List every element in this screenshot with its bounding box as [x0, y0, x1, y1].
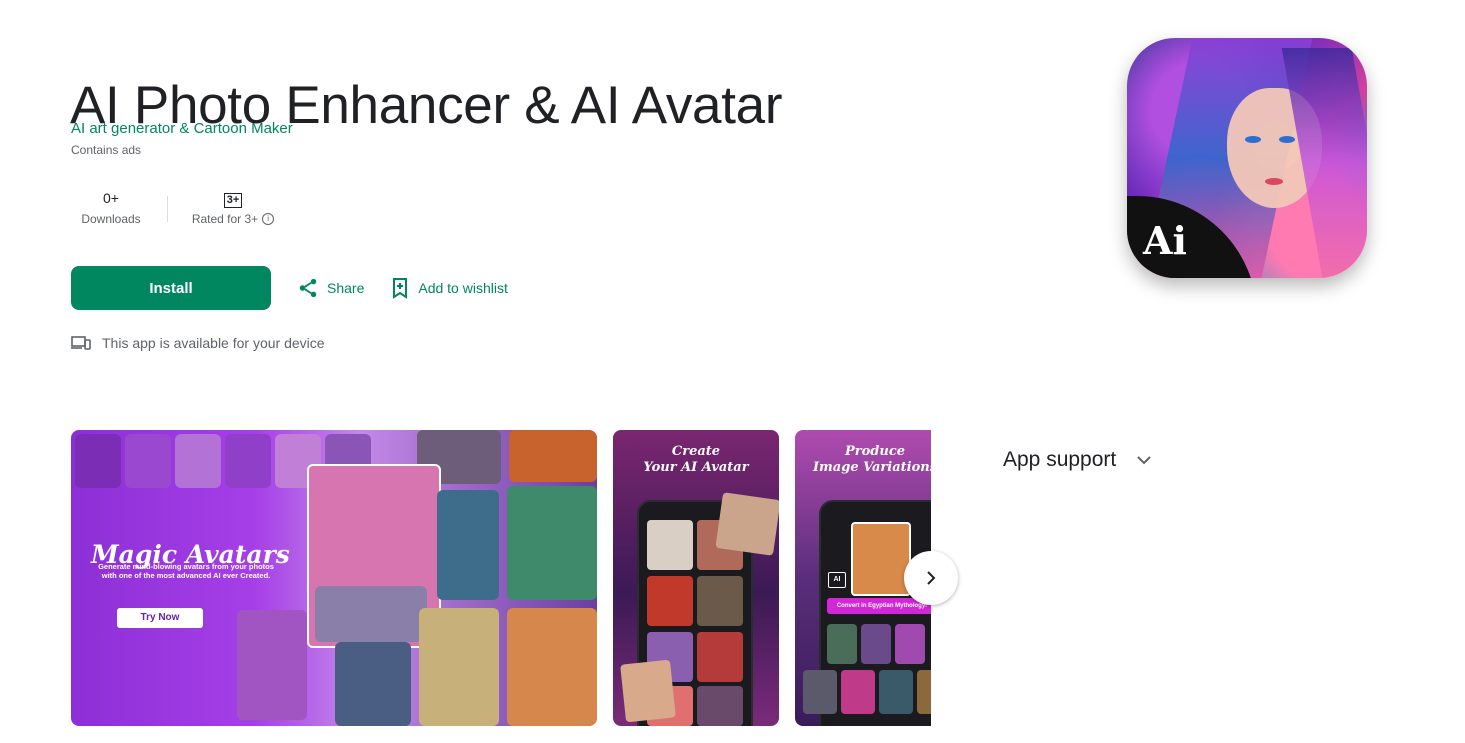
screenshot-2-headline: Create Your AI Avatar [643, 444, 749, 475]
share-label: Share [327, 280, 365, 296]
content-rating-stat[interactable]: 3+ Rated for 3+ i [188, 188, 278, 232]
downloads-value: 0+ [103, 190, 119, 206]
downloads-stat: 0+ Downloads [71, 188, 151, 232]
screenshot-1[interactable]: Magic Avatars Generate mind-blowing avat… [71, 430, 597, 726]
share-button[interactable]: Share [297, 277, 364, 299]
info-icon[interactable]: i [262, 213, 275, 225]
wishlist-button[interactable]: Add to wishlist [390, 277, 508, 299]
device-availability-text: This app is available for your device [102, 335, 325, 351]
chevron-right-icon [927, 571, 936, 585]
screenshot-3-headline: Produce Image Variations [812, 444, 931, 475]
content-rating-label: Rated for 3+ [191, 212, 259, 226]
gallery-next-button[interactable] [904, 551, 958, 605]
screenshot-3-ai-tag: AI [828, 572, 846, 588]
contains-ads-label: Contains ads [71, 143, 142, 157]
screenshot-1-subtext: Generate mind-blowing avatars from your … [98, 562, 274, 580]
chevron-down-icon [1137, 456, 1151, 465]
downloads-label: Downloads [81, 212, 141, 226]
app-stats: 0+ Downloads 3+ Rated for 3+ i [71, 188, 278, 232]
developer-link[interactable]: AI art generator & Cartoon Maker [71, 120, 293, 137]
app-icon-logo: Ai [1143, 218, 1187, 263]
device-availability: This app is available for your device [71, 335, 325, 351]
install-button[interactable]: Install [71, 266, 271, 310]
bookmark-add-icon [393, 278, 408, 299]
devices-icon [71, 336, 91, 350]
stats-divider [167, 196, 168, 222]
app-icon: Ai [1127, 38, 1367, 278]
screenshot-1-try-button: Try Now [117, 608, 203, 628]
screenshot-gallery: Magic Avatars Generate mind-blowing avat… [71, 430, 931, 726]
app-support-label: App support [1003, 448, 1117, 471]
wishlist-label: Add to wishlist [418, 280, 508, 296]
screenshot-2[interactable]: Create Your AI Avatar [613, 430, 779, 726]
share-icon [299, 278, 317, 298]
action-bar: Install Share Add to wishlist [71, 266, 508, 310]
app-support-toggle[interactable]: App support [1003, 448, 1152, 472]
content-rating-badge: 3+ [223, 193, 243, 208]
